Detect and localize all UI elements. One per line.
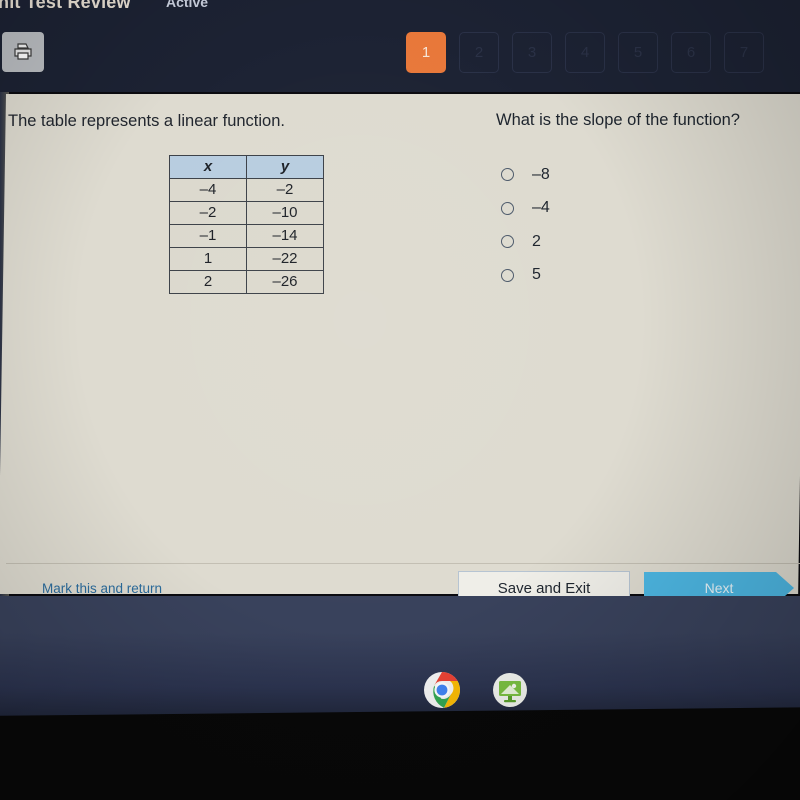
answer-choice-label: –8 — [532, 165, 550, 183]
print-button[interactable] — [2, 32, 44, 72]
answer-choice-label: 5 — [532, 266, 541, 284]
table-cell-y: –2 — [246, 178, 324, 202]
pager-item-1[interactable]: 1 — [406, 32, 446, 73]
question-content-sheet: The table represents a linear function. … — [0, 94, 800, 606]
desk-surface — [0, 707, 800, 800]
function-value-table: x y –4 –2 –2 –10 –1 –14 1 –22 2 –26 — [169, 155, 324, 294]
mark-this-and-return-link[interactable]: Mark this and return — [42, 581, 162, 596]
os-taskbar — [0, 596, 800, 726]
table-row: 2 –26 — [169, 270, 324, 294]
table-cell-x: –4 — [169, 178, 247, 202]
answer-choice-label: 2 — [532, 232, 541, 250]
answer-choice[interactable]: 5 — [501, 259, 550, 293]
table-header-y: y — [246, 155, 324, 179]
answer-choice[interactable]: –8 — [501, 158, 550, 192]
status-badge: Active — [166, 0, 209, 10]
table-row: –1 –14 — [169, 224, 324, 248]
pager-item-5[interactable]: 5 — [618, 32, 658, 73]
answer-choice-list: –8 –4 2 5 — [501, 158, 550, 292]
prompt-text: The table represents a linear function. — [8, 112, 285, 130]
table-cell-y: –14 — [246, 224, 324, 248]
pager-item-2[interactable]: 2 — [459, 32, 499, 73]
table-row: 1 –22 — [169, 247, 324, 271]
table-header-x: x — [169, 155, 247, 179]
table-cell-y: –26 — [246, 270, 324, 294]
table-cell-x: 2 — [169, 270, 247, 294]
pager-item-4[interactable]: 4 — [565, 32, 605, 73]
answer-choice[interactable]: –4 — [501, 192, 550, 226]
table-cell-x: –2 — [169, 201, 247, 225]
radio-button-icon[interactable] — [501, 168, 514, 182]
chrome-icon[interactable] — [422, 670, 462, 718]
taskbar-background — [0, 596, 800, 726]
table-row: –2 –10 — [169, 201, 324, 225]
question-text: What is the slope of the function? — [496, 111, 740, 129]
pager-item-7[interactable]: 7 — [724, 32, 764, 73]
table-header-row: x y — [169, 155, 324, 179]
table-row: –4 –2 — [169, 178, 324, 202]
radio-button-icon[interactable] — [501, 201, 514, 215]
pager-item-3[interactable]: 3 — [512, 32, 552, 73]
app-header-bar: nit Test Review Active 1234567 — [0, 0, 800, 92]
radio-button-icon[interactable] — [501, 235, 514, 249]
answer-choice[interactable]: 2 — [501, 225, 550, 259]
photographed-screen: nit Test Review Active 1234567 The table… — [0, 0, 800, 800]
radio-button-icon[interactable] — [501, 268, 514, 282]
desktop-monitor-icon[interactable] — [490, 670, 530, 710]
table-cell-x: –1 — [169, 224, 247, 248]
footer-divider — [6, 563, 800, 564]
table-cell-x: 1 — [169, 247, 247, 271]
page-title: nit Test Review — [0, 0, 131, 12]
table-cell-y: –10 — [246, 201, 324, 225]
taskbar-icon-group — [422, 670, 530, 718]
question-pager: 1234567 — [406, 32, 764, 73]
pager-item-6[interactable]: 6 — [671, 32, 711, 73]
answer-choice-label: –4 — [532, 199, 550, 217]
printer-icon — [12, 42, 34, 62]
table-cell-y: –22 — [246, 247, 324, 271]
